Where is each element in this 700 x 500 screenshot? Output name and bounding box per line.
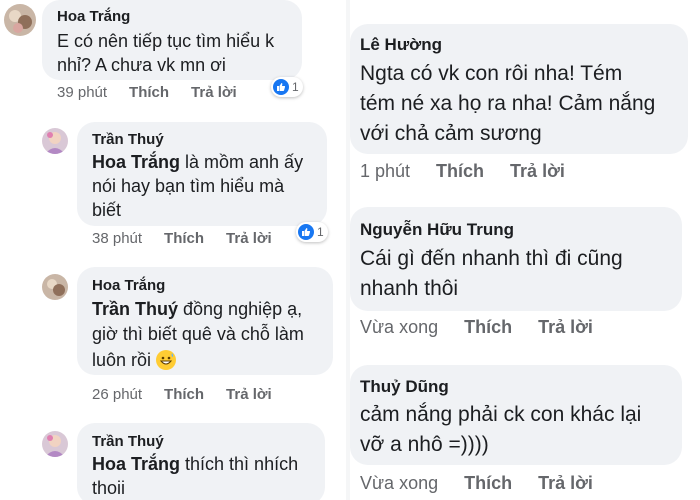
like-button[interactable]: Thích bbox=[164, 230, 204, 247]
comment-author[interactable]: Nguyễn Hữu Trung bbox=[360, 220, 514, 240]
reaction-badge[interactable]: 1 bbox=[296, 222, 328, 242]
comment-text-line: thoii bbox=[92, 478, 126, 498]
reaction-badge[interactable]: 1 bbox=[271, 77, 303, 97]
comment-text-line: Hoa Trắng thích thì nhích bbox=[92, 452, 298, 476]
mention-tag[interactable]: Hoa Trắng bbox=[92, 152, 180, 172]
comment-actions: Vừa xong Thích Trả lời bbox=[360, 317, 619, 338]
comment-author[interactable]: Trần Thuý bbox=[92, 131, 164, 148]
reaction-count: 1 bbox=[317, 225, 324, 239]
grinning-sweat-emoji-icon bbox=[156, 350, 177, 370]
comment-text-line: cảm nắng phải ck con khác lại bbox=[360, 403, 642, 426]
comment-author[interactable]: Thuỷ Dũng bbox=[360, 377, 449, 397]
comment-time[interactable]: 26 phút bbox=[92, 386, 142, 403]
comment-text-line: E có nên tiếp tục tìm hiểu k bbox=[57, 31, 275, 51]
comment-text-line: giờ thì biết quê và chỗ làm bbox=[92, 324, 304, 344]
comment-actions: 39 phút Thích Trả lời bbox=[57, 84, 259, 101]
comment-time[interactable]: 39 phút bbox=[57, 84, 107, 101]
comment-time[interactable]: 38 phút bbox=[92, 230, 142, 247]
like-icon bbox=[273, 79, 289, 95]
comment-text-line: với chả cảm sương bbox=[360, 122, 542, 145]
comment-author[interactable]: Lê Hường bbox=[360, 35, 442, 55]
like-button[interactable]: Thích bbox=[436, 161, 484, 181]
comment-text-line: biết bbox=[92, 200, 122, 220]
comment-text: thích thì nhích bbox=[180, 454, 299, 474]
mention-tag[interactable]: Trần Thuý bbox=[92, 299, 178, 319]
comment-actions: 26 phút Thích Trả lời bbox=[92, 386, 294, 403]
comment-author[interactable]: Trần Thuý bbox=[92, 433, 164, 450]
reply-button[interactable]: Trả lời bbox=[191, 84, 237, 101]
comment-text: đồng nghiệp ạ, bbox=[178, 299, 303, 319]
like-button[interactable]: Thích bbox=[464, 317, 512, 337]
comment-text-line: nhanh thôi bbox=[360, 277, 459, 300]
reply-button[interactable]: Trả lời bbox=[538, 473, 593, 493]
comment-actions: 38 phút Thích Trả lời bbox=[92, 230, 294, 247]
comment-text-line: nhỉ? A chưa vk mn ơi bbox=[57, 55, 226, 75]
comment-time[interactable]: Vừa xong bbox=[360, 473, 438, 493]
comment-actions: Vừa xong Thích Trả lời bbox=[360, 473, 619, 494]
comment-author[interactable]: Hoa Trắng bbox=[92, 277, 165, 294]
like-button[interactable]: Thích bbox=[129, 84, 169, 101]
comment-text-line: nói hay bạn tìm hiểu mà bbox=[92, 176, 285, 196]
reply-button[interactable]: Trả lời bbox=[226, 230, 272, 247]
avatar[interactable] bbox=[4, 4, 36, 36]
comment-text: là mồm anh ấy bbox=[180, 152, 304, 172]
comment-text-line: luôn rồi bbox=[92, 348, 177, 372]
reply-button[interactable]: Trả lời bbox=[510, 161, 565, 181]
comment-text-line: Trần Thuý đồng nghiệp ạ, bbox=[92, 297, 302, 321]
reply-button[interactable]: Trả lời bbox=[226, 386, 272, 403]
avatar[interactable] bbox=[42, 274, 68, 300]
comment-text-line: Ngta có vk con rôi nha! Tém bbox=[360, 62, 623, 85]
avatar[interactable] bbox=[42, 431, 68, 457]
comment-time[interactable]: 1 phút bbox=[360, 161, 410, 181]
like-icon bbox=[298, 224, 314, 240]
reaction-count: 1 bbox=[292, 80, 299, 94]
comment-text-line: Hoa Trắng là mồm anh ấy bbox=[92, 150, 303, 174]
like-button[interactable]: Thích bbox=[464, 473, 512, 493]
reply-button[interactable]: Trả lời bbox=[538, 317, 593, 337]
avatar[interactable] bbox=[42, 128, 68, 154]
comment-time[interactable]: Vừa xong bbox=[360, 317, 438, 337]
comment-text-line: Cái gì đến nhanh thì đi cũng bbox=[360, 247, 623, 270]
comment-text: luôn rồi bbox=[92, 350, 152, 370]
comment-author[interactable]: Hoa Trắng bbox=[57, 8, 130, 25]
comment-actions: 1 phút Thích Trả lời bbox=[360, 161, 591, 182]
like-button[interactable]: Thích bbox=[164, 386, 204, 403]
comment-text-line: vỡ a nhô =)))) bbox=[360, 433, 489, 456]
comment-text-line: tém né xa họ ra nha! Cảm nắng bbox=[360, 92, 656, 115]
mention-tag[interactable]: Hoa Trắng bbox=[92, 454, 180, 474]
